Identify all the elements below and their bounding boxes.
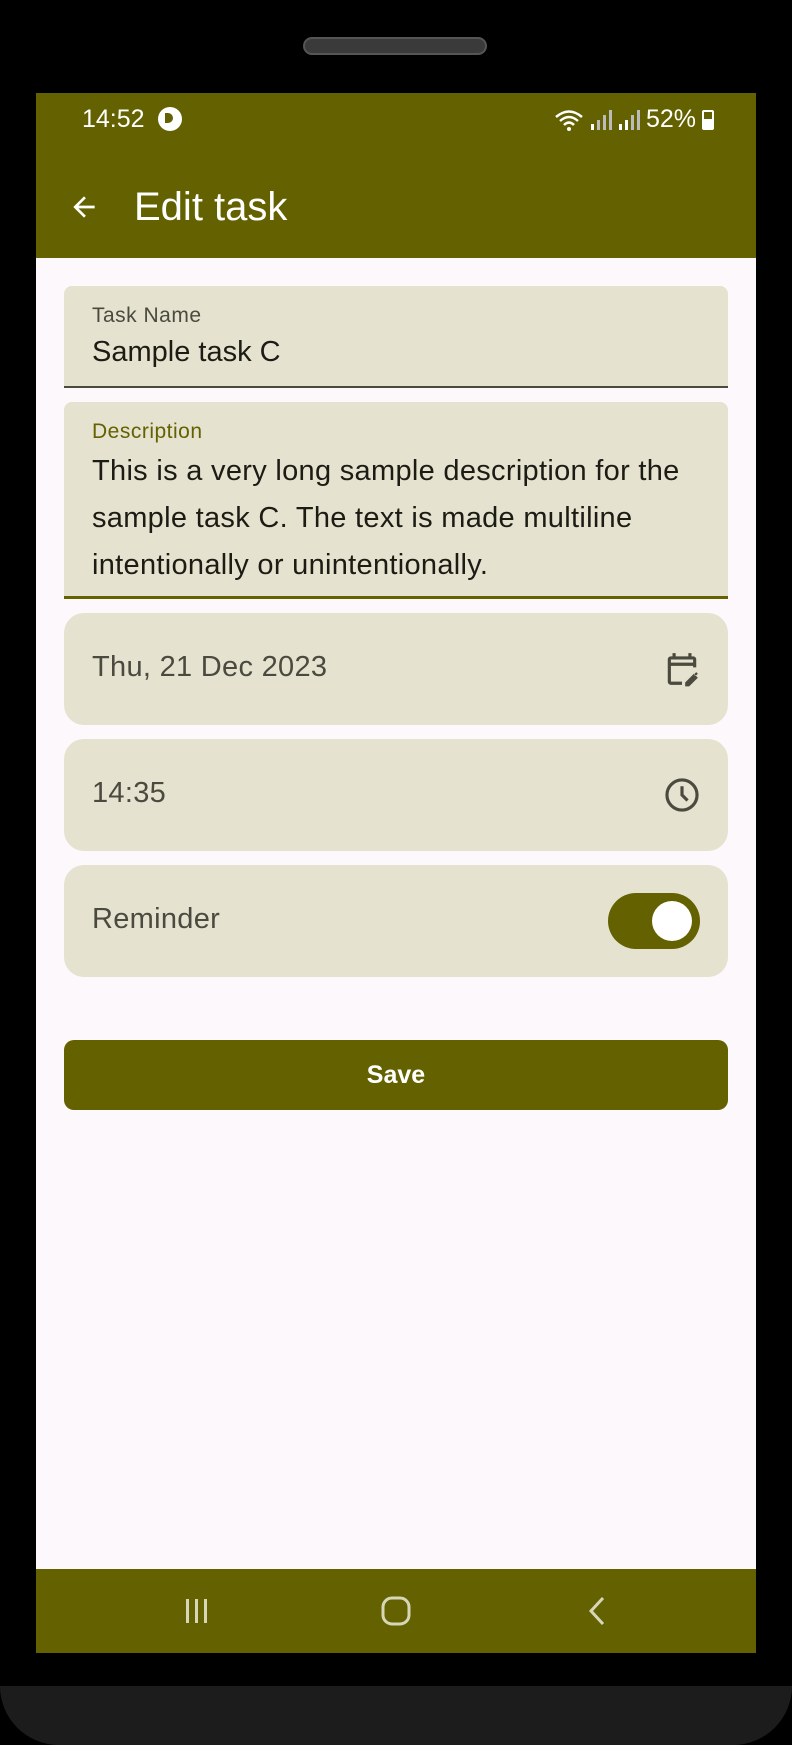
status-indicators: 52% [554,105,714,134]
device-bottom-bezel [0,1686,792,1745]
task-name-input[interactable]: Sample task C [92,336,281,369]
toggle-thumb [652,901,692,941]
description-input[interactable]: This is a very long sample description f… [92,448,712,589]
arrow-back-icon [73,196,95,218]
nav-back-button[interactable] [558,1583,638,1639]
description-label: Description [92,420,203,443]
recents-icon [186,1599,207,1623]
reminder-label: Reminder [92,903,221,935]
clock-icon[interactable] [662,775,702,815]
speaker-grille [303,37,487,55]
task-name-field[interactable]: Task Name Sample task C [64,286,728,388]
task-name-label: Task Name [92,304,202,327]
reminder-row: Reminder [64,865,728,977]
back-icon [588,1596,605,1626]
calendar-edit-icon[interactable] [662,649,702,689]
top-app-bar: Edit task [36,157,756,258]
status-bar: 14:52 52% [36,93,756,157]
battery-icon [702,109,714,130]
back-button[interactable] [56,179,112,235]
save-button[interactable]: Save [64,1040,728,1110]
date-value: Thu, 21 Dec 2023 [92,651,328,683]
phone-frame: 14:52 52% Edit task Task Name Sample tas… [0,0,792,1745]
time-value: 14:35 [92,777,167,809]
wifi-icon [555,109,583,131]
home-icon [381,1596,411,1626]
home-button[interactable] [356,1583,436,1639]
signal-icon-2 [618,109,640,130]
system-nav-bar [36,1569,756,1653]
description-field[interactable]: Description This is a very long sample d… [64,402,728,599]
screen: 14:52 52% Edit task Task Name Sample tas… [36,93,756,1653]
page-title: Edit task [134,185,288,229]
app-notification-icon [158,107,182,131]
reminder-toggle[interactable] [608,893,700,949]
battery-percent: 52% [645,105,696,133]
signal-icon [590,109,612,130]
status-time: 14:52 [82,105,145,133]
recents-button[interactable] [156,1583,236,1639]
time-picker-field[interactable]: 14:35 [64,739,728,851]
date-picker-field[interactable]: Thu, 21 Dec 2023 [64,613,728,725]
